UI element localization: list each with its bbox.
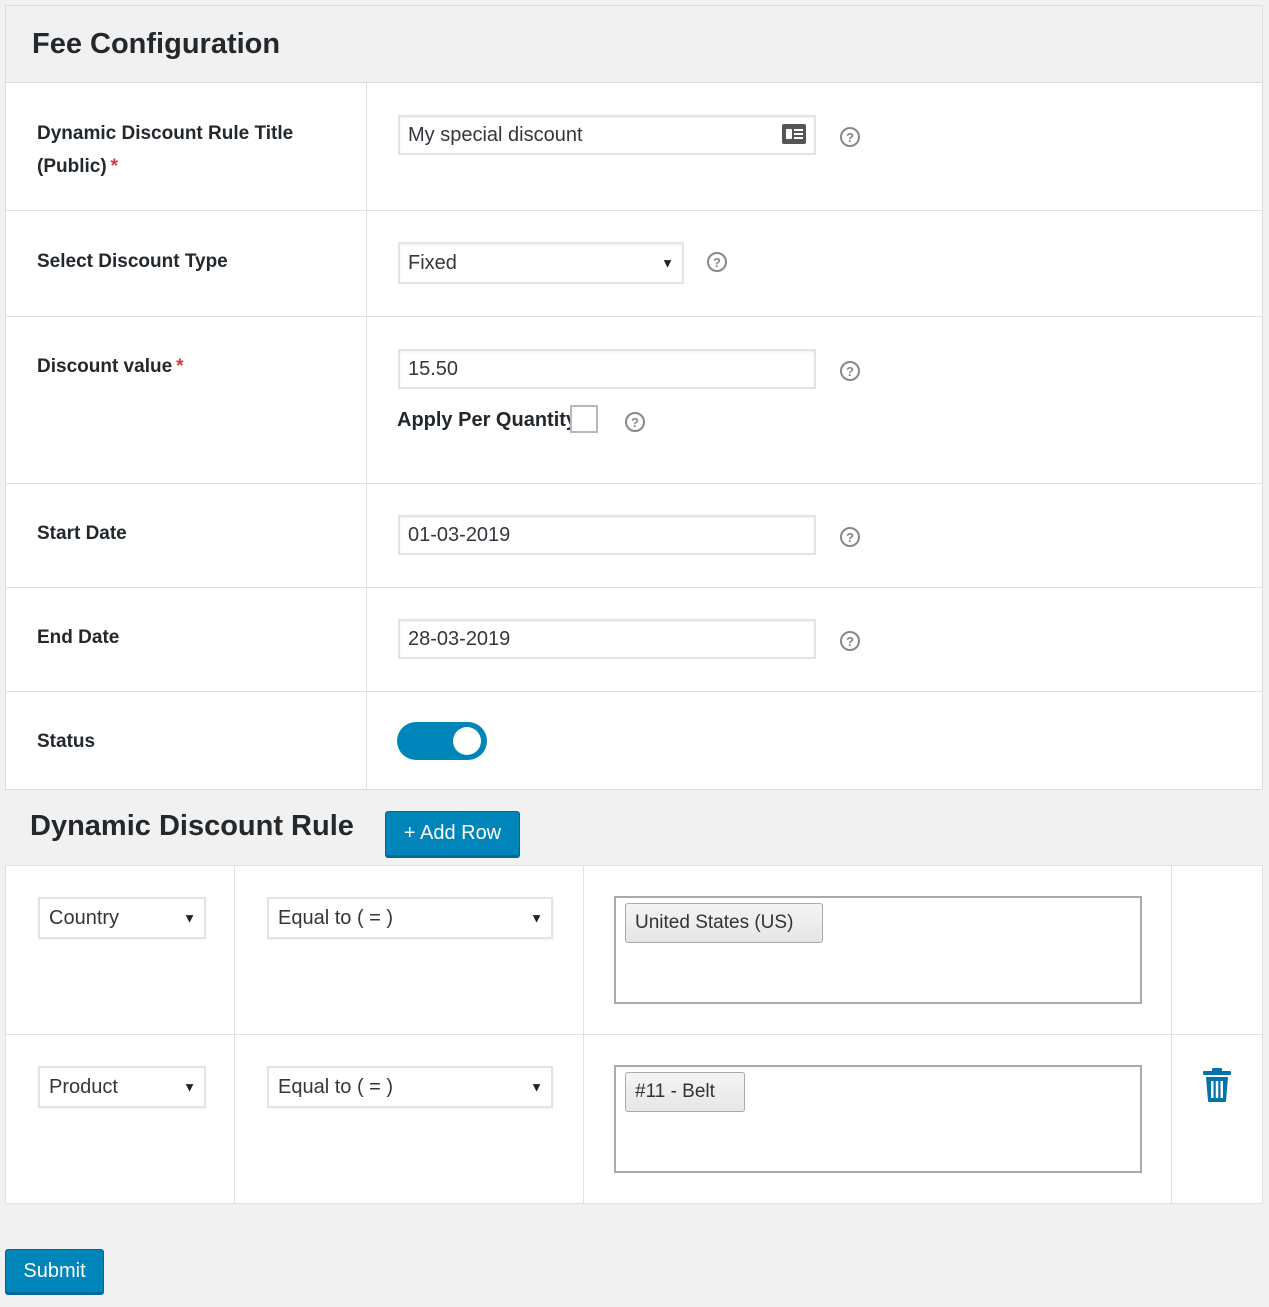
discount-value-label: Discount value *: [6, 317, 367, 483]
row-discount-type: Select Discount Type Fixed ▼ ?: [6, 211, 1262, 317]
row-discount-value: Discount value * 15.50 ? Apply Per Quanti…: [6, 317, 1262, 484]
discount-type-select[interactable]: Fixed ▼: [398, 242, 684, 284]
values-multiselect[interactable]: #11 - Belt: [614, 1065, 1142, 1173]
chevron-down-icon: ▼: [661, 255, 674, 271]
rule-title-label-line1: Dynamic Discount Rule Title: [37, 123, 294, 144]
values-cell: #11 - Belt: [584, 1035, 1172, 1203]
values-cell: United States (US): [584, 866, 1172, 1034]
selected-value-chip[interactable]: United States (US): [625, 903, 824, 943]
start-date-field-cell: 01-03-2019 ?: [367, 484, 1262, 587]
help-icon[interactable]: ?: [840, 361, 860, 381]
end-date-field-cell: 28-03-2019 ?: [367, 588, 1262, 691]
required-mark: *: [110, 156, 119, 177]
operator-select[interactable]: Equal to ( = ) ▼: [267, 1066, 553, 1108]
operator-cell: Equal to ( = ) ▼: [235, 866, 584, 1034]
trash-icon[interactable]: [1202, 1067, 1232, 1103]
condition-value: Product: [49, 1075, 118, 1098]
chevron-down-icon: ▼: [530, 1079, 543, 1095]
discount-type-field-cell: Fixed ▼ ?: [367, 211, 1262, 316]
rule-title-input[interactable]: My special discount: [398, 115, 816, 155]
operator-select[interactable]: Equal to ( = ) ▼: [267, 897, 553, 939]
start-date-value: 01-03-2019: [408, 523, 511, 546]
start-date-input[interactable]: 01-03-2019: [398, 515, 816, 555]
row-rule-title: Dynamic Discount Rule Title (Public) * My…: [6, 83, 1262, 211]
help-icon[interactable]: ?: [707, 252, 727, 272]
panel-header: Fee Configuration: [6, 6, 1262, 83]
condition-cell: Product ▼: [6, 1035, 235, 1203]
start-date-label: Start Date: [6, 484, 367, 587]
end-date-label: End Date: [6, 588, 367, 691]
page-title: Fee Configuration: [32, 27, 281, 60]
condition-cell: Country ▼: [6, 866, 235, 1034]
rule-title-field-cell: My special discount ?: [367, 83, 1262, 210]
rules-section-title: Dynamic Discount Rule: [30, 810, 354, 842]
required-mark: *: [176, 356, 184, 377]
rule-title-value: My special discount: [408, 123, 583, 146]
help-icon[interactable]: ?: [840, 127, 860, 147]
help-icon[interactable]: ?: [625, 412, 645, 432]
apply-per-quantity-checkbox[interactable]: [570, 405, 598, 433]
submit-button[interactable]: Submit: [5, 1249, 104, 1293]
apply-per-quantity-label: Apply Per Quantity: [397, 409, 578, 431]
condition-value: Country: [49, 906, 120, 929]
discount-type-value: Fixed: [408, 251, 457, 274]
help-icon[interactable]: ?: [840, 527, 860, 547]
row-end-date: End Date 28-03-2019 ?: [6, 588, 1262, 692]
condition-select[interactable]: Product ▼: [38, 1066, 206, 1108]
chevron-down-icon: ▼: [183, 910, 196, 926]
discount-value-value: 15.50: [408, 357, 459, 380]
discount-type-label: Select Discount Type: [6, 211, 367, 316]
chevron-down-icon: ▼: [183, 1079, 196, 1095]
condition-select[interactable]: Country ▼: [38, 897, 206, 939]
contact-card-icon[interactable]: [782, 124, 806, 144]
rules-table: Country ▼ Equal to ( = ) ▼ United States…: [5, 865, 1263, 1204]
end-date-value: 28-03-2019: [408, 627, 511, 650]
row-start-date: Start Date 01-03-2019 ?: [6, 484, 1262, 588]
rule-row: Country ▼ Equal to ( = ) ▼ United States…: [6, 866, 1262, 1035]
operator-cell: Equal to ( = ) ▼: [235, 1035, 584, 1203]
operator-value: Equal to ( = ): [278, 906, 394, 929]
rule-title-label: Dynamic Discount Rule Title (Public) *: [6, 83, 367, 210]
row-status: Status: [6, 692, 1262, 790]
toggle-knob: [453, 727, 481, 755]
values-multiselect[interactable]: United States (US): [614, 896, 1142, 1004]
discount-value-input[interactable]: 15.50: [398, 349, 816, 389]
status-label: Status: [6, 692, 367, 790]
delete-cell: [1172, 1035, 1264, 1203]
rule-row: Product ▼ Equal to ( = ) ▼ #11 - Belt: [6, 1035, 1262, 1203]
fee-configuration-panel: Fee Configuration Dynamic Discount Rule …: [5, 5, 1263, 790]
chevron-down-icon: ▼: [530, 910, 543, 926]
help-icon[interactable]: ?: [840, 631, 860, 651]
add-row-button[interactable]: + Add Row: [385, 811, 520, 856]
selected-value-chip[interactable]: #11 - Belt: [625, 1072, 745, 1112]
end-date-input[interactable]: 28-03-2019: [398, 619, 816, 659]
discount-value-label-text: Discount value: [37, 356, 173, 377]
discount-value-field-cell: 15.50 ? Apply Per Quantity ?: [367, 317, 1262, 483]
rule-title-label-line2: (Public): [37, 156, 107, 177]
operator-value: Equal to ( = ): [278, 1075, 394, 1098]
status-toggle[interactable]: [397, 722, 487, 760]
status-field-cell: [367, 692, 1262, 790]
